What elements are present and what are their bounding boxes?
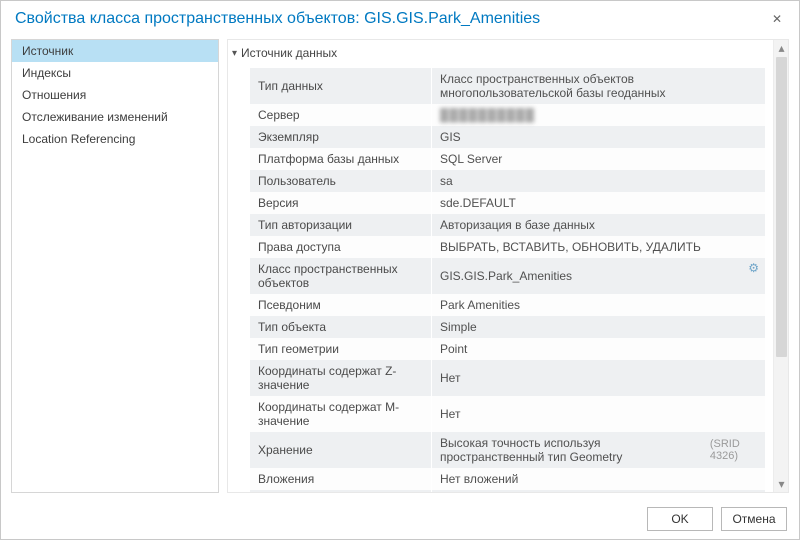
sidebar-item-0[interactable]: Источник <box>12 40 218 62</box>
property-label: Права доступа <box>250 236 432 258</box>
property-value: SQL Server <box>432 148 765 170</box>
property-row: Пользовательsa <box>250 170 765 192</box>
property-value: Нет вложений <box>432 468 765 490</box>
sidebar-item-3[interactable]: Отслеживание изменений <box>12 106 218 128</box>
property-value: Авторизация в базе данных <box>432 214 765 236</box>
property-row: ПсевдонимPark Amenities <box>250 294 765 316</box>
main-content: ▾ Источник данных Тип данныхКласс простр… <box>228 40 773 492</box>
property-label: Тип авторизации <box>250 214 432 236</box>
property-value: sde.DEFAULT <box>432 192 765 214</box>
property-label: Управление версиями <box>250 490 432 492</box>
dialog-footer: OK Отмена <box>1 499 799 539</box>
close-icon: ✕ <box>772 12 782 26</box>
property-row: ВложенияНет вложений <box>250 468 765 490</box>
property-value: Не версионный <box>432 490 765 492</box>
property-value: GIS <box>432 126 765 148</box>
property-value: Park Amenities <box>432 294 765 316</box>
property-row: Версияsde.DEFAULT <box>250 192 765 214</box>
property-row: Тип геометрииPoint <box>250 338 765 360</box>
vertical-scrollbar[interactable]: ▴ ▾ <box>773 40 788 492</box>
property-label: Координаты содержат Z-значение <box>250 360 432 396</box>
property-value: sa <box>432 170 765 192</box>
property-value: ██████████ <box>432 104 765 126</box>
sidebar: ИсточникИндексыОтношенияОтслеживание изм… <box>11 39 219 493</box>
scroll-up-button[interactable]: ▴ <box>774 40 789 56</box>
property-value: Класс пространственных объектов многопол… <box>432 68 765 104</box>
property-row: Сервер██████████ <box>250 104 765 126</box>
property-label: Версия <box>250 192 432 214</box>
property-label: Псевдоним <box>250 294 432 316</box>
property-label: Платформа базы данных <box>250 148 432 170</box>
property-value: Нет <box>432 360 765 396</box>
srid-note: (SRID 4326) <box>710 438 757 462</box>
sidebar-item-4[interactable]: Location Referencing <box>12 128 218 150</box>
property-value: Simple <box>432 316 765 338</box>
property-row: Права доступаВЫБРАТЬ, ВСТАВИТЬ, ОБНОВИТЬ… <box>250 236 765 258</box>
property-label: Вложения <box>250 468 432 490</box>
property-value: GIS.GIS.Park_Amenities⚙ <box>432 258 765 294</box>
dialog-title: Свойства класса пространственных объекто… <box>15 10 540 28</box>
sidebar-item-1[interactable]: Индексы <box>12 62 218 84</box>
dialog-body: ИсточникИндексыОтношенияОтслеживание изм… <box>1 39 799 499</box>
arrow-down-icon: ▾ <box>778 477 784 491</box>
property-label: Координаты содержат M-значение <box>250 396 432 432</box>
section-header[interactable]: ▾ Источник данных <box>230 44 773 66</box>
chevron-down-icon: ▾ <box>232 48 237 59</box>
section-title: Источник данных <box>241 46 337 60</box>
property-row: Платформа базы данныхSQL Server <box>250 148 765 170</box>
dialog-window: Свойства класса пространственных объекто… <box>0 0 800 540</box>
property-value: Высокая точность используя пространствен… <box>432 432 765 468</box>
property-row: Тип объектаSimple <box>250 316 765 338</box>
titlebar: Свойства класса пространственных объекто… <box>1 1 799 39</box>
property-label: Тип данных <box>250 68 432 104</box>
property-value: Нет <box>432 396 765 432</box>
property-label: Тип объекта <box>250 316 432 338</box>
property-row: Класс пространственных объектовGIS.GIS.P… <box>250 258 765 294</box>
property-label: Класс пространственных объектов <box>250 258 432 294</box>
property-row: Тип авторизацииАвторизация в базе данных <box>250 214 765 236</box>
property-label: Пользователь <box>250 170 432 192</box>
cancel-button[interactable]: Отмена <box>721 507 787 531</box>
property-row: Координаты содержат M-значениеНет <box>250 396 765 432</box>
arrow-up-icon: ▴ <box>778 41 784 55</box>
property-label: Экземпляр <box>250 126 432 148</box>
gear-icon[interactable]: ⚙ <box>748 261 759 275</box>
sidebar-item-2[interactable]: Отношения <box>12 84 218 106</box>
property-row: ХранениеВысокая точность используя прост… <box>250 432 765 468</box>
property-row: Тип данныхКласс пространственных объекто… <box>250 68 765 104</box>
property-value: Point <box>432 338 765 360</box>
property-label: Хранение <box>250 432 432 468</box>
scroll-thumb[interactable] <box>776 57 787 357</box>
close-button[interactable]: ✕ <box>765 7 789 31</box>
main-panel: ▾ Источник данных Тип данныхКласс простр… <box>227 39 789 493</box>
property-grid: Тип данныхКласс пространственных объекто… <box>248 66 767 492</box>
property-label: Сервер <box>250 104 432 126</box>
property-label: Тип геометрии <box>250 338 432 360</box>
scroll-down-button[interactable]: ▾ <box>774 476 789 492</box>
ok-button[interactable]: OK <box>647 507 713 531</box>
property-value: ВЫБРАТЬ, ВСТАВИТЬ, ОБНОВИТЬ, УДАЛИТЬ <box>432 236 765 258</box>
property-row: Управление версиямиНе версионный <box>250 490 765 492</box>
property-row: ЭкземплярGIS <box>250 126 765 148</box>
property-row: Координаты содержат Z-значениеНет <box>250 360 765 396</box>
